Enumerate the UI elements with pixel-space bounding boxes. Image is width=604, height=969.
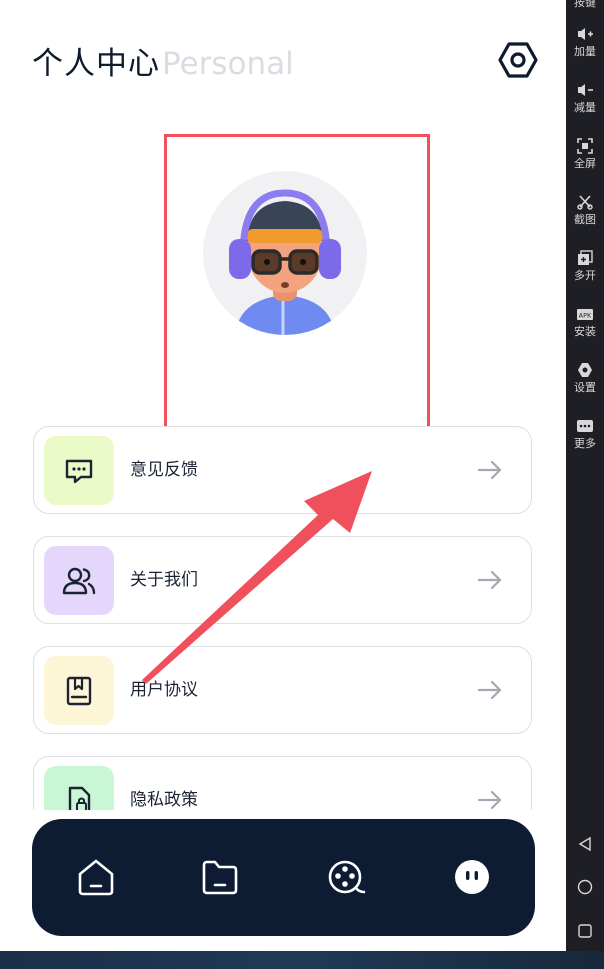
svg-text:APK: APK (579, 312, 592, 320)
install-apk-button[interactable]: APK 安装 (566, 306, 604, 338)
menu-icon-tile (44, 656, 114, 725)
volume-up-button[interactable]: 加量 (566, 26, 604, 58)
page-subtitle: Personal (162, 46, 294, 82)
arrow-right-icon (477, 570, 502, 590)
home-icon (78, 859, 114, 896)
book-icon (66, 676, 92, 705)
page-title: 个人中心 (32, 46, 160, 82)
3d-avatar-image (229, 189, 341, 335)
sidebar-label: 截图 (574, 213, 596, 226)
sidebar-label: 设置 (574, 381, 596, 394)
more-icon (577, 420, 593, 432)
tab-files[interactable] (200, 857, 240, 897)
sidebar-label: 更多 (574, 437, 596, 450)
settings-sidebar-button[interactable]: 设置 (566, 362, 604, 394)
volume-down-icon (578, 84, 593, 96)
menu-item-label: 意见反馈 (130, 460, 198, 480)
tab-profile[interactable] (452, 857, 492, 897)
avatar[interactable] (203, 171, 367, 335)
scissors-icon (577, 195, 593, 210)
multi-instance-button[interactable]: 多开 (566, 250, 604, 282)
android-recents-button[interactable] (566, 923, 604, 939)
arrow-right-icon (477, 790, 502, 810)
multi-window-icon (578, 250, 593, 265)
menu-item-about-us[interactable]: 关于我们 (33, 536, 532, 624)
menu-item-label: 用户协议 (130, 680, 198, 700)
avatar-highlight-box (164, 134, 430, 432)
hexagon-settings-icon (498, 42, 538, 78)
app-screen: 个人中心 Personal 意见反馈 关于我们 用户协议 隐私政策 (0, 0, 566, 951)
home-circle-icon (577, 879, 593, 895)
desktop-taskbar-strip (0, 951, 604, 969)
profile-face-icon (455, 860, 489, 894)
users-icon (62, 567, 96, 594)
tab-media[interactable] (326, 857, 366, 897)
gear-icon (578, 363, 592, 377)
recents-icon (578, 924, 592, 938)
sidebar-label: 多开 (574, 269, 596, 282)
fullscreen-button[interactable]: 全屏 (566, 138, 604, 170)
menu-item-label: 关于我们 (130, 570, 198, 590)
volume-down-button[interactable]: 减量 (566, 82, 604, 114)
volume-up-icon (578, 28, 593, 40)
keys-button[interactable]: 按键 (566, 0, 604, 9)
settings-button[interactable] (498, 40, 538, 80)
tab-home[interactable] (76, 857, 116, 897)
menu-item-feedback[interactable]: 意见反馈 (33, 426, 532, 514)
page-header: 个人中心 Personal (32, 38, 294, 82)
message-icon (65, 459, 93, 483)
arrow-right-icon (477, 680, 502, 700)
menu-item-user-agreement[interactable]: 用户协议 (33, 646, 532, 734)
folder-icon (202, 860, 238, 895)
screenshot-button[interactable]: 截图 (566, 194, 604, 226)
sidebar-label: 加量 (574, 45, 596, 58)
bottom-tab-bar (32, 819, 535, 936)
emulator-sidebar: 按键 加量 减量 全屏 截图 多开 APK 安装 设置 更多 (566, 0, 604, 951)
android-back-button[interactable] (566, 836, 604, 852)
menu-icon-tile (44, 436, 114, 505)
android-home-button[interactable] (566, 879, 604, 895)
back-icon (578, 836, 591, 852)
sidebar-label: 按键 (574, 0, 596, 9)
apk-icon: APK (577, 309, 593, 320)
sidebar-label: 安装 (574, 325, 596, 338)
more-button[interactable]: 更多 (566, 418, 604, 450)
sidebar-label: 减量 (574, 101, 596, 114)
film-reel-icon (328, 860, 366, 894)
arrow-right-icon (477, 460, 502, 480)
sidebar-label: 全屏 (574, 157, 596, 170)
menu-icon-tile (44, 546, 114, 615)
fullscreen-icon (577, 138, 593, 154)
